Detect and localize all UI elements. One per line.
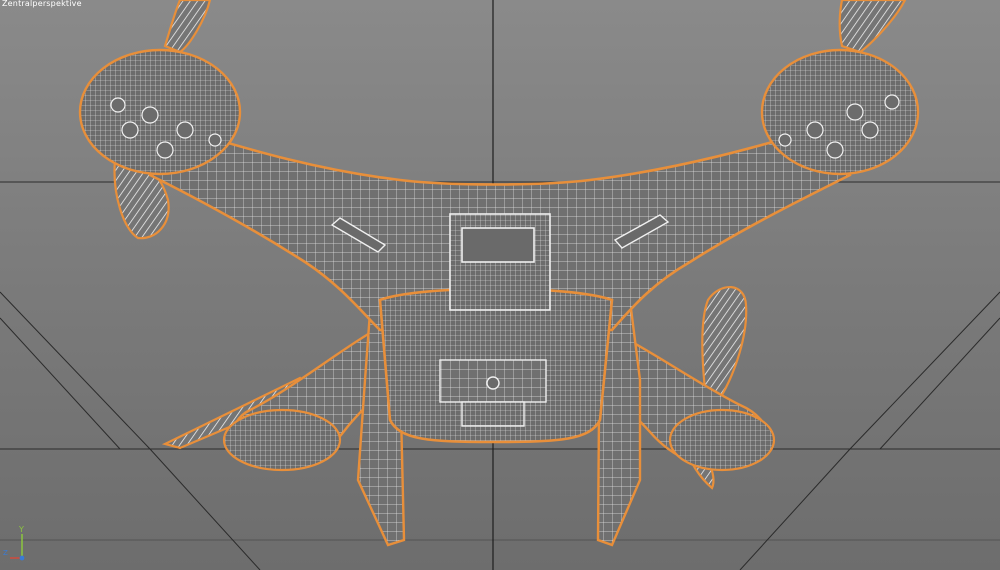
- 3d-viewport[interactable]: Zentralperspektive Y Z: [0, 0, 1000, 570]
- wireframe-scene[interactable]: [0, 0, 1000, 570]
- z-axis-label: Z: [3, 549, 8, 557]
- front-motor-right: [760, 48, 920, 176]
- battery-module: [449, 213, 551, 311]
- y-axis-label: Y: [18, 525, 24, 534]
- axis-gizmo: Y Z: [2, 524, 32, 564]
- front-motor-left: [78, 48, 242, 176]
- rear-motor-right: [668, 408, 776, 472]
- rear-motor-left: [222, 408, 342, 472]
- z-axis-dot: [19, 555, 25, 561]
- front-propeller-right: [838, 0, 907, 54]
